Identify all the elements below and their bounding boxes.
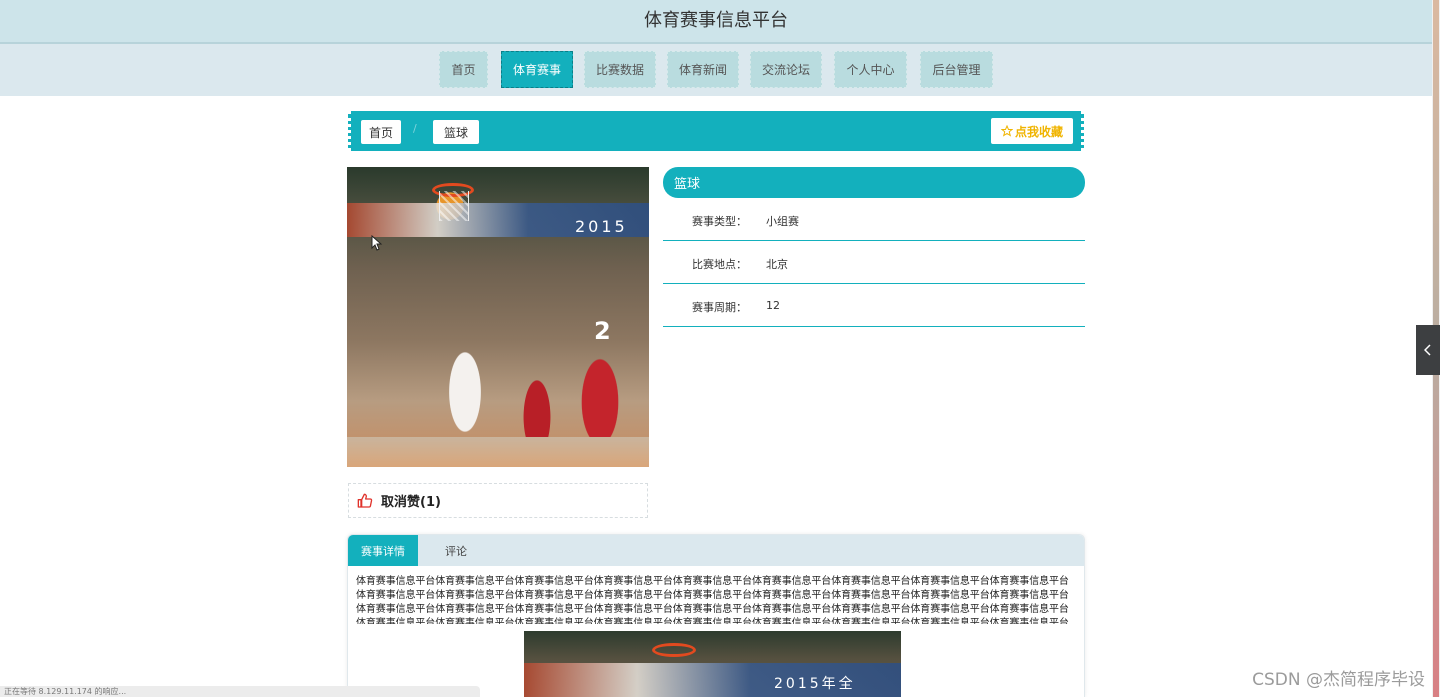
- main-nav: 首页 体育赛事 比赛数据 体育新闻 交流论坛 个人中心 后台管理: [0, 44, 1432, 96]
- event-photo: 2015 2: [347, 167, 649, 467]
- nav-item-home[interactable]: 首页: [439, 51, 488, 88]
- info-row-location: 比赛地点： 北京: [663, 241, 1085, 284]
- detail-basketball-hoop: [652, 643, 696, 657]
- jersey-number: 2: [594, 317, 611, 345]
- breadcrumb: 首页 / 篮球 点我收藏: [348, 111, 1084, 151]
- info-value: 12: [766, 299, 780, 312]
- info-key: 赛事周期：: [692, 301, 747, 314]
- event-info-panel: 篮球 赛事类型： 小组赛 比赛地点： 北京 赛事周期： 12: [663, 167, 1085, 327]
- nav-item-forum[interactable]: 交流论坛: [750, 51, 822, 88]
- like-label: 取消赞(1): [381, 495, 441, 510]
- photo-banner-text: 2015: [575, 217, 628, 236]
- site-title: 体育赛事信息平台: [644, 10, 788, 31]
- info-key: 赛事类型：: [692, 215, 747, 228]
- site-header: 体育赛事信息平台: [0, 0, 1432, 44]
- star-outline-icon: [1000, 125, 1013, 137]
- nav-item-sports-news[interactable]: 体育新闻: [667, 51, 739, 88]
- nav-item-admin[interactable]: 后台管理: [920, 51, 993, 88]
- basketball-net: [439, 191, 469, 221]
- like-button[interactable]: 取消赞(1): [348, 483, 648, 518]
- mouse-cursor-icon: [371, 235, 383, 251]
- tab-event-details[interactable]: 赛事详情: [348, 535, 418, 566]
- detail-tabs: 赛事详情 评论 体育赛事信息平台体育赛事信息平台体育赛事信息平台体育赛事信息平台…: [347, 534, 1085, 697]
- tab-comments[interactable]: 评论: [420, 535, 492, 566]
- breadcrumb-current[interactable]: 篮球: [433, 120, 479, 144]
- favorite-button[interactable]: 点我收藏: [991, 118, 1073, 144]
- favorite-label: 点我收藏: [1014, 124, 1063, 139]
- event-detail-text: 体育赛事信息平台体育赛事信息平台体育赛事信息平台体育赛事信息平台体育赛事信息平台…: [356, 576, 1069, 624]
- thumbs-up-icon: [357, 493, 373, 508]
- nav-item-sports-events[interactable]: 体育赛事: [501, 51, 573, 88]
- side-panel-toggle[interactable]: [1416, 325, 1440, 375]
- info-key: 比赛地点：: [692, 258, 747, 271]
- csdn-watermark: CSDN @杰简程序毕设: [1252, 670, 1425, 690]
- browser-status-bar: 正在等待 8.129.11.174 的响应...: [0, 686, 480, 697]
- info-value: 小组赛: [766, 215, 799, 228]
- info-row-period: 赛事周期： 12: [663, 284, 1085, 327]
- chevron-left-icon: [1424, 344, 1431, 356]
- breadcrumb-separator: /: [413, 122, 417, 135]
- info-row-type: 赛事类型： 小组赛: [663, 198, 1085, 241]
- nav-item-match-data[interactable]: 比赛数据: [584, 51, 656, 88]
- event-info-title: 篮球: [663, 167, 1085, 198]
- detail-photo-text: 2015年全: [774, 676, 856, 692]
- nav-item-personal-center[interactable]: 个人中心: [834, 51, 907, 88]
- breadcrumb-home[interactable]: 首页: [361, 120, 402, 144]
- detail-photo: 2015年全: [524, 631, 901, 697]
- info-value: 北京: [766, 258, 788, 271]
- court-floor: [347, 437, 649, 467]
- tab-header: 赛事详情 评论: [348, 535, 1084, 566]
